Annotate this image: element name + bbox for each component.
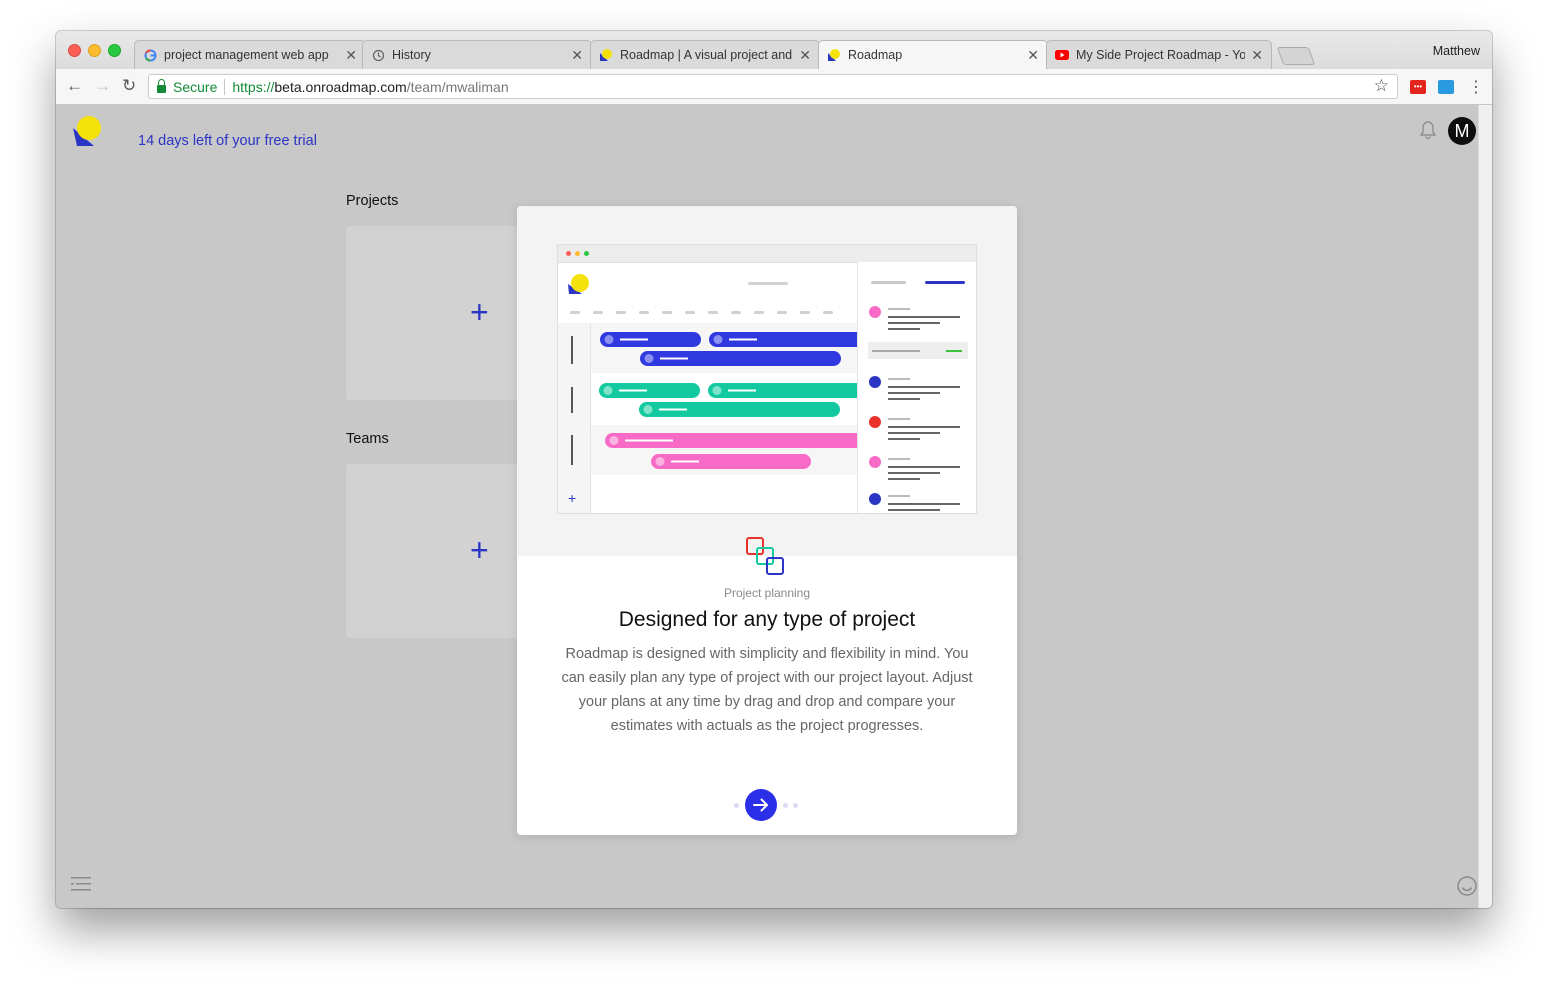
roadmap-logo[interactable] [72, 115, 104, 152]
close-tab-icon[interactable]: ✕ [571, 47, 583, 64]
tab-title: My Side Project Roadmap - Yo [1076, 48, 1246, 62]
project-planning-icon [745, 536, 789, 583]
back-arrow-icon[interactable]: ← [66, 77, 83, 95]
bookmark-star-icon[interactable]: ☆ [1374, 76, 1389, 96]
close-tab-icon[interactable]: ✕ [345, 47, 357, 64]
lock-icon [157, 78, 166, 93]
projects-heading: Projects [346, 193, 399, 209]
user-avatar[interactable]: M [1448, 117, 1476, 145]
sidebar-toggle-icon[interactable] [70, 875, 92, 898]
modal-headline: Designed for any type of project [618, 608, 916, 631]
tab-roadmap-app[interactable]: Roadmap ✕ [818, 40, 1048, 69]
preview-dot-green [584, 251, 589, 256]
add-project-card[interactable]: + [346, 226, 536, 400]
extension-screenshot-icon[interactable] [1438, 80, 1454, 94]
onboarding-pager [517, 789, 1017, 821]
preview-dot-red [566, 251, 571, 256]
preview-timeline-graphic: + [558, 262, 976, 513]
onboarding-modal: + Project planning Designed for any type… [517, 206, 1017, 835]
reload-icon[interactable]: ↻ [122, 77, 136, 95]
close-tab-icon[interactable]: ✕ [1251, 47, 1263, 64]
roadmap-icon [827, 48, 841, 62]
tab-roadmap-landing[interactable]: Roadmap | A visual project and ✕ [590, 40, 820, 69]
history-icon [371, 48, 385, 62]
feedback-smiley-icon[interactable] [1456, 875, 1478, 902]
plus-icon: + [470, 532, 489, 568]
pager-dot[interactable] [793, 803, 798, 808]
preview-window-bar [558, 245, 976, 263]
browser-profile-name[interactable]: Matthew [1433, 44, 1480, 58]
google-icon [143, 48, 157, 62]
forward-arrow-icon[interactable]: → [94, 77, 111, 95]
notification-bell-icon[interactable] [1418, 120, 1438, 145]
tab-title: Roadmap | A visual project and [620, 48, 793, 62]
close-tab-icon[interactable]: ✕ [1027, 47, 1039, 64]
roadmap-icon [599, 48, 613, 62]
tab-strip: project management web app ✕ History ✕ R… [56, 31, 1492, 69]
tab-google-search[interactable]: project management web app ✕ [134, 40, 366, 69]
svg-text:+: + [568, 490, 576, 506]
pager-dot[interactable] [734, 803, 739, 808]
address-bar[interactable]: Secure https:// beta.onroadmap.com /team… [148, 74, 1398, 99]
browser-toolbar: ← → ↻ Secure https:// beta.onroadmap.com… [56, 69, 1492, 105]
next-step-button[interactable] [745, 789, 777, 821]
close-tab-icon[interactable]: ✕ [799, 47, 811, 64]
minimize-window-button[interactable] [88, 44, 101, 57]
add-team-card[interactable]: + [346, 464, 536, 638]
extension-lastpass-icon[interactable]: ••• [1410, 80, 1426, 94]
plus-icon: + [470, 294, 489, 330]
secure-label: Secure [173, 78, 218, 95]
trial-notice-link[interactable]: 14 days left of your free trial [138, 133, 317, 149]
preview-dot-yellow [575, 251, 580, 256]
modal-body-text: Roadmap is designed with simplicity and … [561, 646, 973, 734]
tab-title: project management web app [164, 48, 329, 62]
omnibox-divider [224, 78, 226, 95]
modal-eyebrow: Project planning [723, 586, 811, 600]
url-path: /team/mwaliman [406, 78, 509, 95]
arrow-right-icon [753, 798, 768, 812]
page-scrollbar[interactable] [1478, 105, 1492, 908]
roadmap-preview-illustration: + [557, 244, 977, 514]
browser-menu-icon[interactable]: ⋮ [1468, 77, 1484, 97]
app-page: 14 days left of your free trial M Projec… [56, 105, 1478, 908]
tab-history[interactable]: History ✕ [362, 40, 592, 69]
illustration-panel: + [517, 206, 1017, 556]
youtube-icon [1055, 48, 1069, 62]
fullscreen-window-button[interactable] [108, 44, 121, 57]
new-tab-button[interactable] [1276, 47, 1316, 65]
url-host: beta.onroadmap.com [274, 78, 407, 95]
tab-title: Roadmap [848, 48, 903, 62]
tab-title: History [392, 48, 431, 62]
teams-heading: Teams [346, 431, 389, 447]
tab-youtube[interactable]: My Side Project Roadmap - Yo ✕ [1046, 40, 1272, 69]
pager-dot[interactable] [783, 803, 788, 808]
browser-window: project management web app ✕ History ✕ R… [56, 31, 1492, 908]
close-window-button[interactable] [68, 44, 81, 57]
url-scheme: https:// [232, 78, 275, 95]
